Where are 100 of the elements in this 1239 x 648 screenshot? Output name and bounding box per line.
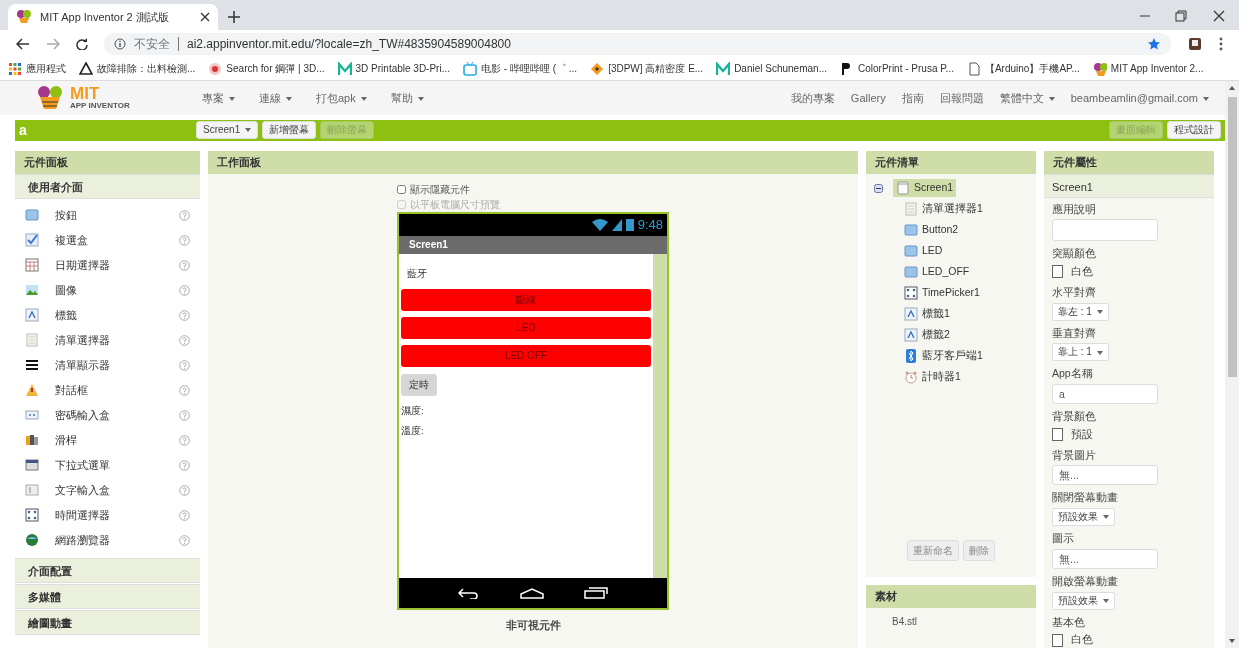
help-icon[interactable] — [179, 534, 190, 546]
help-icon[interactable] — [179, 459, 190, 471]
nav-link[interactable]: beambeamlin@gmail.com — [1070, 89, 1209, 107]
tree-item[interactable]: 計時器1 — [904, 369, 961, 385]
checkbox[interactable] — [397, 184, 406, 194]
help-icon[interactable] — [179, 259, 190, 271]
help-icon[interactable] — [179, 484, 190, 496]
bookmark-link[interactable]: [3DPW] 高精密度 E... — [608, 61, 704, 77]
help-icon[interactable] — [179, 434, 190, 446]
input-field[interactable]: a — [1052, 384, 1158, 404]
app-logo[interactable]: MIT APP INVENTOR — [36, 84, 186, 111]
new-tab-icon[interactable] — [228, 11, 240, 23]
category-header[interactable]: 多媒體 — [15, 583, 200, 609]
bookmark-link[interactable]: Daniel Schuneman... — [734, 61, 827, 77]
color-swatch[interactable] — [1052, 265, 1063, 279]
back-icon[interactable] — [458, 586, 480, 599]
nav-link[interactable]: 我的專案 — [790, 89, 835, 107]
help-icon[interactable] — [179, 234, 190, 246]
collapse-icon[interactable] — [874, 183, 883, 193]
more-menu-icon[interactable] — [1219, 36, 1223, 51]
menu-item[interactable]: 專案 — [202, 89, 235, 107]
app-button[interactable]: 定時 — [401, 373, 437, 396]
palette-item[interactable]: 標籤 — [55, 306, 163, 324]
home-icon[interactable] — [520, 586, 544, 599]
tree-item[interactable]: TimePicker1 — [904, 285, 980, 301]
file-item[interactable]: B4.stl — [866, 607, 1036, 629]
bookmark-link[interactable]: 电影 - 哔哩哔哩 (゜ ... — [481, 61, 578, 77]
nav-link[interactable]: 繁體中文 — [999, 89, 1055, 107]
palette-item[interactable]: 密碼輸入盒 — [55, 406, 163, 424]
bookmark-link[interactable]: 3D Printable 3D-Pri... — [355, 61, 450, 77]
browser-tab[interactable]: MIT App Inventor 2 測試版 — [8, 4, 218, 30]
palette-item[interactable]: 圖像 — [55, 281, 163, 299]
tree-item[interactable]: 清單選擇器1 — [904, 201, 983, 217]
palette-item[interactable]: 文字輸入盒 — [55, 481, 163, 499]
help-icon[interactable] — [179, 409, 190, 421]
recent-apps-icon[interactable] — [584, 586, 608, 599]
restore-icon[interactable] — [1175, 10, 1187, 22]
bookmark-link[interactable]: Search for 鋼彈 | 3D... — [226, 61, 325, 77]
star-icon[interactable] — [1147, 36, 1161, 51]
forward-icon[interactable] — [46, 37, 60, 50]
extension-icon[interactable] — [1187, 35, 1203, 52]
tree-item[interactable]: 標籤2 — [904, 327, 950, 343]
reload-icon[interactable] — [76, 37, 88, 50]
palette-item[interactable]: 滑桿 — [55, 431, 163, 449]
dropdown-field[interactable]: 預設效果 — [1052, 591, 1115, 610]
tree-item[interactable]: LED — [904, 243, 943, 259]
palette-item[interactable]: 時間選擇器 — [55, 506, 163, 524]
palette-item[interactable]: 對話框 — [55, 381, 163, 399]
scroll-up-icon[interactable] — [1228, 85, 1236, 92]
dropdown-field[interactable]: 預設效果 — [1052, 508, 1115, 526]
tree-item[interactable]: LED_OFF — [904, 264, 970, 280]
tree-item[interactable]: Button2 — [904, 222, 959, 238]
toolbar-button[interactable]: 新增螢幕 — [262, 121, 317, 139]
palette-item[interactable]: 按鈕 — [55, 206, 163, 224]
screen-dropdown[interactable]: Screen1 — [196, 121, 259, 139]
scroll-down-icon[interactable] — [1228, 638, 1236, 644]
nav-link[interactable]: 回報問題 — [939, 89, 984, 107]
menu-item[interactable]: 幫助 — [390, 89, 424, 107]
category-header[interactable]: 繪圖動畫 — [15, 609, 200, 635]
tree-item[interactable]: Screen1 — [893, 179, 957, 197]
bookmark-link[interactable]: ColorPrint - Prusa P... — [858, 61, 954, 77]
dropdown-field[interactable]: 靠上 : 1 — [1052, 343, 1109, 362]
palette-item[interactable]: 清單選擇器 — [55, 331, 163, 349]
input-field[interactable]: 無... — [1052, 465, 1158, 486]
menu-item[interactable]: 連線 — [259, 89, 292, 107]
bookmark-link[interactable]: 【Arduino】手機AP... — [984, 61, 1080, 77]
help-icon[interactable] — [179, 384, 190, 396]
palette-item[interactable]: 下拉式選單 — [55, 456, 163, 474]
text-area[interactable] — [1052, 219, 1158, 242]
category-header[interactable]: 介面配置 — [15, 557, 200, 583]
help-icon[interactable] — [179, 359, 190, 371]
palette-item[interactable]: 日期選擇器 — [55, 256, 163, 274]
help-icon[interactable] — [179, 209, 190, 221]
bookmark-link[interactable]: 應用程式 — [26, 61, 66, 77]
category-header[interactable]: 使用者介面 — [15, 173, 200, 199]
scrollbar[interactable] — [1225, 81, 1239, 648]
dropdown-field[interactable]: 靠左 : 1 — [1052, 302, 1109, 321]
help-icon[interactable] — [179, 309, 190, 321]
help-icon[interactable] — [179, 284, 190, 296]
scrollbar[interactable] — [653, 253, 667, 578]
scroll-thumb[interactable] — [1227, 97, 1237, 378]
mode-tab[interactable]: 程式設計 — [1167, 121, 1221, 139]
help-icon[interactable] — [179, 334, 190, 346]
palette-item[interactable]: 網路瀏覽器 — [55, 531, 163, 549]
palette-item[interactable]: 清單顯示器 — [55, 356, 163, 374]
nav-link[interactable]: 指南 — [901, 89, 924, 107]
menu-item[interactable]: 打包apk — [316, 89, 367, 107]
palette-item[interactable]: 複選盒 — [55, 231, 163, 249]
close-icon[interactable] — [200, 12, 210, 22]
input-field[interactable]: 無... — [1052, 548, 1158, 569]
bookmark-link[interactable]: 故障排除：出料檢測... — [97, 61, 196, 77]
nav-link[interactable]: Gallery — [850, 89, 886, 107]
close-icon[interactable] — [1213, 10, 1225, 22]
help-icon[interactable] — [179, 509, 190, 521]
tree-item[interactable]: 標籤1 — [904, 306, 950, 322]
color-swatch[interactable] — [1052, 428, 1063, 442]
bookmark-link[interactable]: MIT App Inventor 2... — [1110, 61, 1204, 77]
color-swatch[interactable] — [1052, 633, 1063, 647]
address-bar[interactable]: 不安全 ai2.appinventor.mit.edu/?locale=zh_TW#4835904589004800 — [104, 32, 1171, 55]
back-icon[interactable] — [16, 37, 30, 50]
